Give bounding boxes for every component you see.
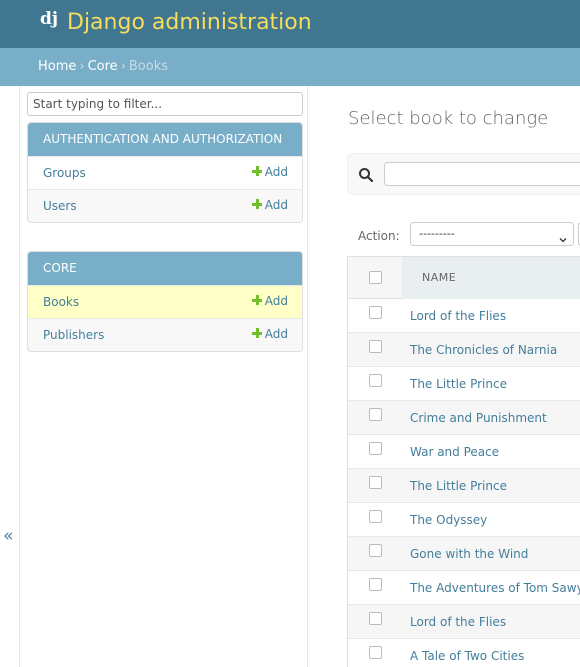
module-auth: AUTHENTICATION AND AUTHORIZATION Groups … — [27, 122, 303, 223]
row-link[interactable]: Lord of the Flies — [410, 605, 506, 639]
row-checkbox[interactable] — [369, 646, 382, 659]
row-checkbox[interactable] — [369, 612, 382, 625]
add-publishers-button[interactable]: Add — [251, 319, 288, 349]
row-link[interactable]: A Tale of Two Cities — [410, 639, 524, 667]
breadcrumb-current: Books — [128, 59, 169, 74]
table-row: The Little Prince — [348, 367, 580, 401]
breadcrumb-home[interactable]: Home — [38, 59, 76, 74]
table-row: The Odyssey — [348, 503, 580, 537]
table-row: Gone with the Wind — [348, 537, 580, 571]
search-input[interactable] — [384, 162, 580, 186]
plus-icon — [251, 328, 262, 338]
table-row: The Little Prince — [348, 469, 580, 503]
row-link[interactable]: Lord of the Flies — [410, 299, 506, 333]
breadcrumb-separator: › — [120, 59, 126, 74]
add-groups-button[interactable]: Add — [251, 157, 288, 187]
row-link[interactable]: The Odyssey — [410, 503, 487, 537]
row-link[interactable]: War and Peace — [410, 435, 499, 469]
add-label: Add — [264, 294, 288, 308]
table-row: Crime and Punishment — [348, 401, 580, 435]
row-link[interactable]: Crime and Punishment — [410, 401, 547, 435]
breadcrumb: Home › Core › Books — [0, 48, 580, 86]
add-label: Add — [264, 198, 288, 212]
sidebar-item-label[interactable]: Books — [43, 286, 79, 319]
select-all-checkbox[interactable] — [369, 271, 382, 284]
sidebar-item-label[interactable]: Users — [43, 190, 77, 222]
chevron-down-icon — [559, 230, 567, 243]
action-selected-value: --------- — [419, 227, 455, 240]
sidebar-item-label[interactable]: Publishers — [43, 319, 104, 351]
content-main: Select book to change Action: --------- … — [308, 86, 580, 667]
row-checkbox[interactable] — [369, 306, 382, 319]
add-label: Add — [264, 165, 288, 179]
row-link[interactable]: Gone with the Wind — [410, 537, 528, 571]
row-checkbox[interactable] — [369, 408, 382, 421]
actions-bar: Action: --------- — [348, 221, 580, 251]
row-link[interactable]: The Chronicles of Narnia — [410, 333, 557, 367]
sidebar-toggle-strip: « — [0, 86, 20, 667]
table-header: NAME — [348, 257, 580, 299]
add-users-button[interactable]: Add — [251, 190, 288, 220]
sidebar-item-groups[interactable]: Groups Add — [28, 156, 302, 189]
column-header-label: NAME — [422, 271, 457, 284]
collapse-sidebar-button[interactable]: « — [3, 526, 13, 546]
row-link[interactable]: The Little Prince — [410, 367, 507, 401]
row-checkbox[interactable] — [369, 340, 382, 353]
table-row: Lord of the Flies — [348, 605, 580, 639]
add-books-button[interactable]: Add — [251, 286, 288, 316]
breadcrumb-separator: › — [79, 59, 85, 74]
column-header-name[interactable]: NAME — [402, 257, 580, 299]
plus-icon — [251, 166, 262, 176]
add-label: Add — [264, 327, 288, 341]
table-row: War and Peace — [348, 435, 580, 469]
admin-page: dj Django administration Home › Core › Books… — [0, 0, 580, 667]
breadcrumb-core[interactable]: Core — [88, 59, 118, 74]
row-checkbox[interactable] — [369, 374, 382, 387]
sidebar-item-users[interactable]: Users Add — [28, 189, 302, 222]
django-logo-icon: dj — [40, 9, 59, 29]
changelist-search — [347, 153, 580, 195]
table-row: The Adventures of Tom Sawy — [348, 571, 580, 605]
site-title[interactable]: Django administration — [67, 8, 312, 38]
module-title[interactable]: CORE — [28, 252, 302, 285]
result-list: NAME Lord of the Flies The Chronicles of… — [347, 256, 580, 667]
nav-sidebar: AUTHENTICATION AND AUTHORIZATION Groups … — [20, 86, 308, 667]
sidebar-item-label[interactable]: Groups — [43, 157, 86, 190]
row-link[interactable]: The Little Prince — [410, 469, 507, 503]
row-checkbox[interactable] — [369, 578, 382, 591]
sidebar-item-publishers[interactable]: Publishers Add — [28, 318, 302, 351]
page-title: Select book to change — [348, 108, 549, 129]
table-row: The Chronicles of Narnia — [348, 333, 580, 367]
action-label: Action: — [358, 229, 400, 243]
module-title[interactable]: AUTHENTICATION AND AUTHORIZATION — [28, 123, 302, 156]
table-row: Lord of the Flies — [348, 299, 580, 333]
row-link[interactable]: The Adventures of Tom Sawy — [410, 571, 580, 605]
plus-icon — [251, 199, 262, 209]
search-icon — [358, 167, 374, 183]
row-checkbox[interactable] — [369, 476, 382, 489]
module-core: CORE Books Add Publishers Add — [27, 251, 303, 352]
sidebar-item-books[interactable]: Books Add — [28, 285, 302, 318]
row-checkbox[interactable] — [369, 510, 382, 523]
action-select[interactable]: --------- — [410, 222, 574, 246]
row-checkbox[interactable] — [369, 544, 382, 557]
row-checkbox[interactable] — [369, 442, 382, 455]
plus-icon — [251, 295, 262, 305]
nav-filter-input[interactable] — [27, 92, 303, 116]
site-header: dj Django administration — [0, 0, 580, 48]
table-row: A Tale of Two Cities — [348, 639, 580, 667]
